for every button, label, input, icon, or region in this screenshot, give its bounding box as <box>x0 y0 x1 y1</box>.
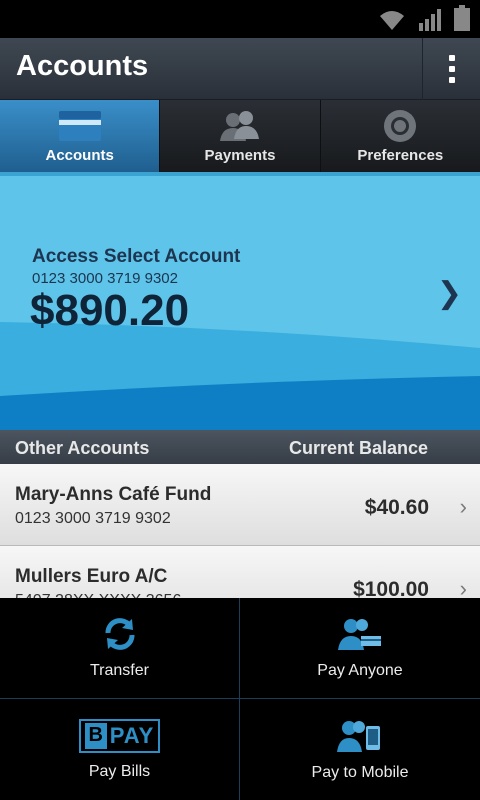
people-icon <box>218 109 262 143</box>
primary-account-name: Access Select Account <box>32 246 241 267</box>
overflow-menu-icon-dot <box>448 77 455 83</box>
app-header: Accounts <box>0 38 480 100</box>
transfer-icon <box>105 618 134 650</box>
other-accounts-label: Other Accounts <box>15 438 150 458</box>
tab-accounts[interactable]: Accounts <box>0 100 161 172</box>
pay-anyone-icon <box>338 619 381 650</box>
pay-to-mobile-button[interactable]: Pay to Mobile <box>240 699 480 800</box>
pay-anyone-button[interactable]: Pay Anyone <box>240 598 480 699</box>
status-bar <box>0 0 480 38</box>
chevron-right-icon: › <box>459 494 467 519</box>
account-number: 0123 3000 3719 9302 <box>15 510 171 527</box>
account-balance: $40.60 <box>364 496 429 519</box>
chevron-right-icon: ❯ <box>436 277 462 310</box>
pay-to-mobile-icon <box>337 720 380 752</box>
signal-icon <box>419 9 441 31</box>
account-row[interactable]: Mary-Anns Café Fund 0123 3000 3719 9302 … <box>0 464 480 546</box>
tab-payments[interactable]: Payments <box>160 100 321 172</box>
tab-bar: Accounts Payments Preferences <box>0 100 480 172</box>
action-label: Pay Anyone <box>317 662 403 679</box>
current-balance-label: Current Balance <box>288 438 428 458</box>
bpay-logo-text: PAY <box>109 722 155 748</box>
primary-account-card[interactable]: Access Select Account 0123 3000 3719 930… <box>0 172 480 430</box>
action-label: Pay to Mobile <box>311 763 409 781</box>
gear-icon <box>378 109 422 143</box>
quick-actions-grid: Transfer Pay Anyone B PAY Pay Bills Pay … <box>0 598 480 800</box>
primary-account-number: 0123 3000 3719 9302 <box>32 270 178 287</box>
bpay-logo: B PAY <box>78 718 161 753</box>
other-accounts-header: Other Accounts Current Balance <box>0 430 480 464</box>
action-label: Pay Bills <box>88 762 151 780</box>
overflow-menu-button[interactable] <box>422 38 480 100</box>
account-name: Mary-Anns Café Fund <box>15 484 212 505</box>
tab-label: Preferences <box>357 147 444 164</box>
transfer-button[interactable]: Transfer <box>0 598 240 699</box>
account-name: Mullers Euro A/C <box>15 566 168 587</box>
overflow-menu-icon <box>448 55 455 61</box>
pay-bills-button[interactable]: B PAY Pay Bills <box>0 699 240 800</box>
action-label: Transfer <box>90 662 149 679</box>
tab-preferences[interactable]: Preferences <box>320 100 480 172</box>
wifi-icon <box>380 11 404 30</box>
tab-label: Payments <box>204 147 276 164</box>
primary-account-balance: $890.20 <box>30 286 190 335</box>
battery-icon <box>454 5 470 31</box>
overflow-menu-icon-dot <box>448 66 455 72</box>
bpay-logo-b: B <box>84 722 107 749</box>
tab-label: Accounts <box>45 147 114 164</box>
page-title: Accounts <box>16 50 149 82</box>
card-icon <box>58 109 102 143</box>
